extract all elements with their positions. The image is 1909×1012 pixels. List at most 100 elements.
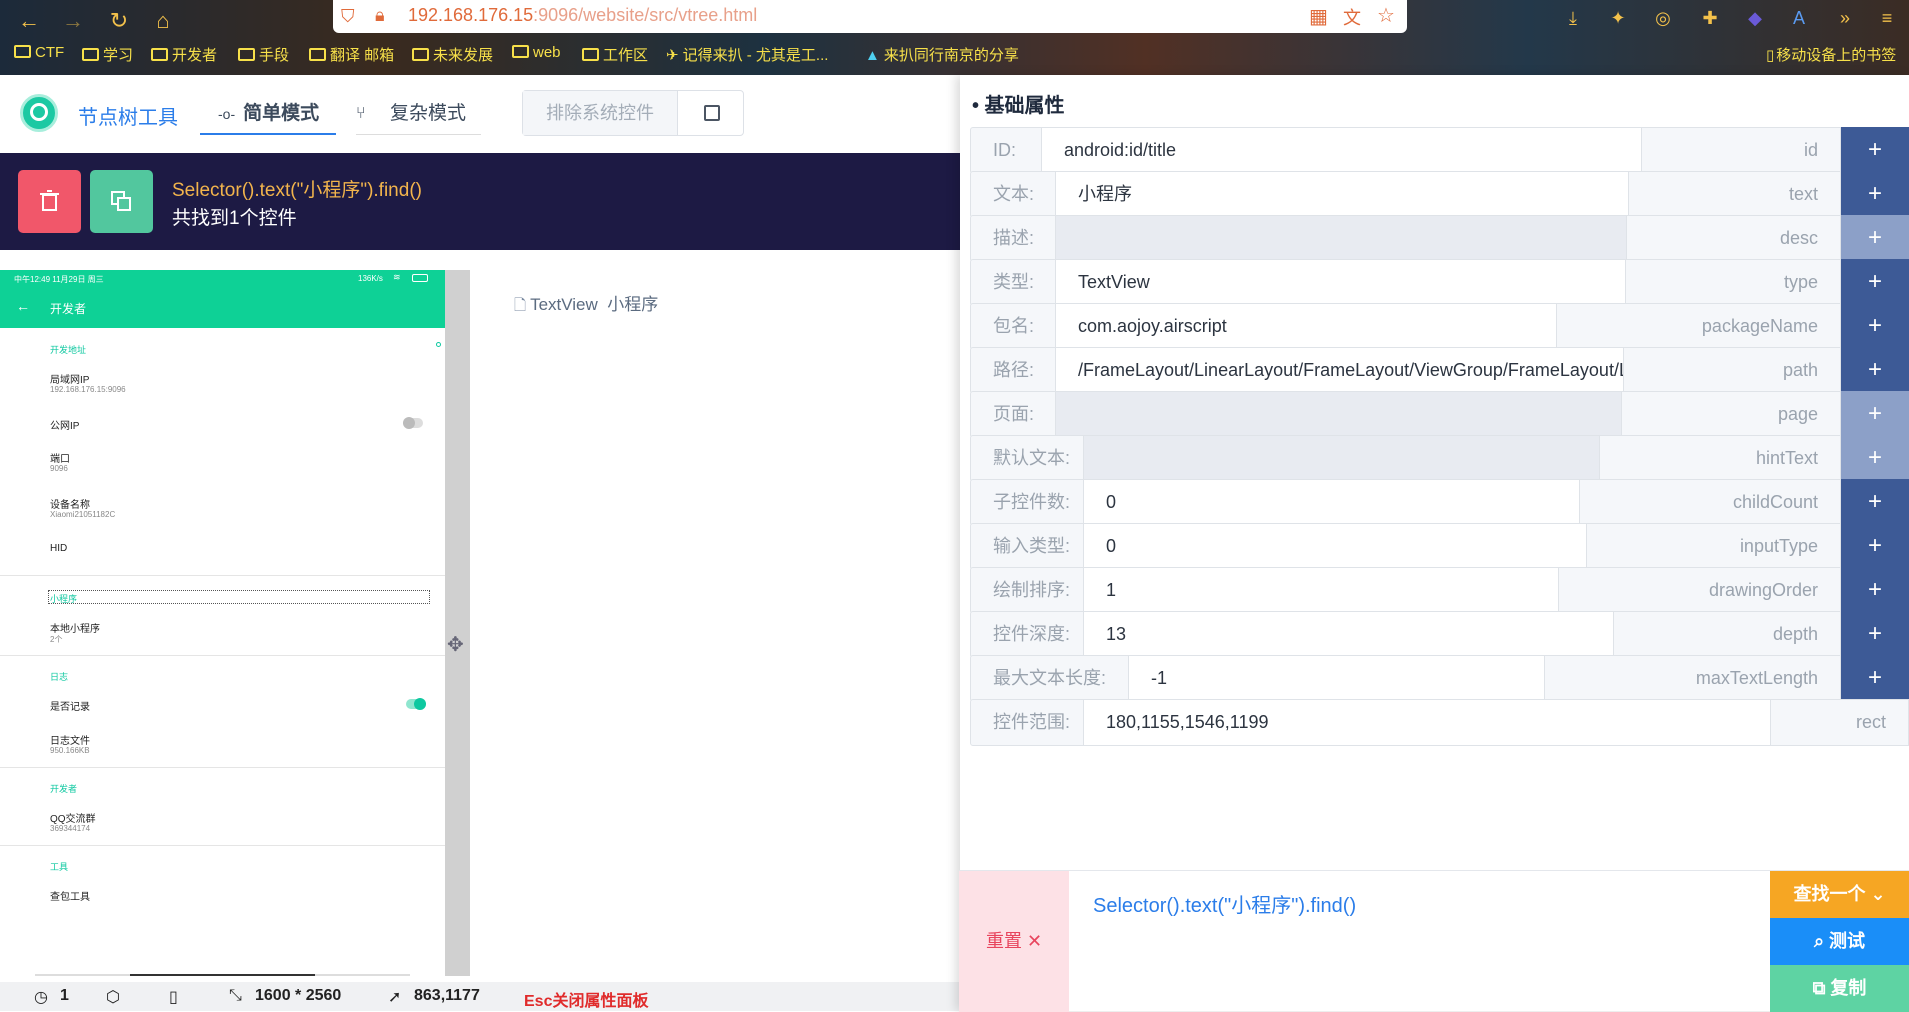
phone-preview[interactable]: 中午12:49 11月29日 周三 136K/s ≋ ← 开发者 开发地址 局域… xyxy=(0,270,445,976)
bookmark-means[interactable]: 手段 xyxy=(238,44,289,65)
property-attr-hintText: hintText xyxy=(1599,435,1841,482)
phone-device-name-value: Xiaomi21051182C xyxy=(50,510,116,519)
diamond-icon[interactable]: ◆ xyxy=(1742,5,1768,31)
bookmark-future[interactable]: 未来发展 xyxy=(412,44,493,65)
add-text-button[interactable]: + xyxy=(1841,171,1909,218)
bookmark-translate-mail[interactable]: 翻译 邮箱 xyxy=(309,44,394,65)
exclude-system-checkbox[interactable] xyxy=(704,105,720,121)
property-label: 子控件数: xyxy=(970,479,1084,526)
property-value-text[interactable]: 小程序 xyxy=(1056,171,1628,218)
translate-icon[interactable]: 文 xyxy=(1343,4,1361,30)
phone-port-label: 端口 xyxy=(50,454,70,465)
phone-section-tools: 工具 xyxy=(50,862,69,872)
extension-icon[interactable]: ✦ xyxy=(1605,5,1631,31)
overflow-icon[interactable]: » xyxy=(1832,5,1858,31)
phone-capture-label: 查包工具 xyxy=(50,892,90,903)
add-childCount-button[interactable]: + xyxy=(1841,479,1909,526)
property-value-drawingOrder[interactable]: 1 xyxy=(1084,567,1558,614)
back-icon[interactable]: ← xyxy=(14,6,44,36)
add-desc-button[interactable]: + xyxy=(1841,215,1909,262)
bookmark-remember[interactable]: ✈ 记得来扒 - 尤其是工... xyxy=(666,44,828,65)
property-value-path[interactable]: /FrameLayout/LinearLayout/FrameLayout/Vi… xyxy=(1056,347,1623,394)
tab-simple-mode[interactable]: -o- 简单模式 xyxy=(200,99,336,135)
copy-button[interactable]: ⧉ 复制 xyxy=(1770,965,1909,1012)
copy-icon xyxy=(111,191,131,211)
property-label: 类型: xyxy=(970,259,1056,306)
folder-icon xyxy=(14,45,31,58)
esc-hint: Esc关闭属性面板 xyxy=(524,993,649,1010)
folder-icon xyxy=(82,48,99,61)
phone-section-dev-addr: 开发地址 xyxy=(50,345,87,355)
query-input[interactable]: Selector().text("小程序").find() xyxy=(1093,889,1356,918)
bookmark-ctf[interactable]: CTF xyxy=(14,44,64,61)
bookmark-mobile[interactable]: ▯ 移动设备上的书签 xyxy=(1766,44,1896,65)
browser-chrome: ← → ↻ ⌂ ⛉ 🔒︎ 192.168.176.15:9096/website… xyxy=(0,0,1909,75)
found-count-text: 共找到1个控件 xyxy=(172,208,297,229)
find-one-button[interactable]: 查找一个 ⌄ xyxy=(1770,871,1909,918)
qr-code-icon[interactable]: ▦ xyxy=(1309,4,1328,29)
url-bar[interactable]: ⛉ 🔒︎ 192.168.176.15:9096/website/src/vtr… xyxy=(333,0,1407,33)
property-attr-inputType: inputType xyxy=(1586,523,1841,570)
property-value-childCount[interactable]: 0 xyxy=(1084,479,1579,526)
bookmark-share[interactable]: ▲ 来扒同行南京的分享 xyxy=(865,44,1019,65)
mask-icon[interactable]: ◎ xyxy=(1650,5,1676,31)
bookmark-workspace[interactable]: 工作区 xyxy=(582,44,648,65)
clock-icon: ◷ xyxy=(34,989,48,1006)
property-value-hintText[interactable] xyxy=(1084,435,1599,482)
copy-selector-button[interactable] xyxy=(90,170,153,233)
menu-icon[interactable]: ≡ xyxy=(1874,5,1900,31)
property-row-page: 页面: page + xyxy=(970,391,1909,438)
translator-icon[interactable]: A xyxy=(1786,5,1812,31)
bookmark-web[interactable]: web xyxy=(512,44,561,61)
reset-button[interactable]: 重置 ✕ xyxy=(959,871,1069,1012)
property-attr-packageName: packageName xyxy=(1556,303,1841,350)
forward-icon[interactable]: → xyxy=(58,6,88,36)
property-label: ID: xyxy=(970,127,1042,174)
phone-log-file-value: 950.166KB xyxy=(50,746,90,755)
add-page-button[interactable]: + xyxy=(1841,391,1909,438)
shield-icon: ⛉ xyxy=(341,6,355,26)
property-value-id[interactable]: android:id/title xyxy=(1042,127,1641,174)
property-value-depth[interactable]: 13 xyxy=(1084,611,1613,658)
home-icon[interactable]: ⌂ xyxy=(148,6,178,36)
add-packageName-button[interactable]: + xyxy=(1841,303,1909,350)
bookmark-developer[interactable]: 开发者 xyxy=(151,44,217,65)
add-depth-button[interactable]: + xyxy=(1841,611,1909,658)
cube-icon: ⬡ xyxy=(106,989,120,1006)
preview-scrollbar[interactable] xyxy=(445,270,470,976)
delete-button[interactable] xyxy=(18,170,81,233)
tab-complex-mode[interactable]: ⑂ 复杂模式 xyxy=(356,99,481,135)
property-row-inputType: 输入类型: 0 inputType + xyxy=(970,523,1909,570)
property-value-page[interactable] xyxy=(1056,391,1621,438)
add-maxTextLength-button[interactable]: + xyxy=(1841,655,1909,702)
property-value-inputType[interactable]: 0 xyxy=(1084,523,1586,570)
add-path-button[interactable]: + xyxy=(1841,347,1909,394)
add-hintText-button[interactable]: + xyxy=(1841,435,1909,482)
test-button[interactable]: ⌕ 测试 xyxy=(1770,918,1909,965)
property-label: 输入类型: xyxy=(970,523,1084,570)
property-value-type[interactable]: TextView xyxy=(1056,259,1625,306)
file-icon: 🗋︎ xyxy=(514,297,527,314)
download-icon[interactable]: ⤓ xyxy=(1560,5,1586,31)
bird-icon: ✈ xyxy=(666,47,679,64)
drag-handle-icon[interactable]: ✥ xyxy=(447,632,464,657)
folder-icon xyxy=(151,48,168,61)
phone-public-ip-label: 公网IP xyxy=(50,421,80,432)
add-type-button[interactable]: + xyxy=(1841,259,1909,306)
add-id-button[interactable]: + xyxy=(1841,127,1909,174)
star-icon[interactable]: ☆ xyxy=(1377,3,1395,28)
phone-log-file-label: 日志文件 xyxy=(50,736,90,747)
add-inputType-button[interactable]: + xyxy=(1841,523,1909,570)
phone-lan-ip-label: 局域网IP xyxy=(50,375,90,386)
puzzle-icon[interactable]: ✚ xyxy=(1697,5,1723,31)
add-drawingOrder-button[interactable]: + xyxy=(1841,567,1909,614)
property-value-desc[interactable] xyxy=(1056,215,1626,262)
property-row-packageName: 包名: com.aojoy.airscript packageName + xyxy=(970,303,1909,350)
property-value-packageName[interactable]: com.aojoy.airscript xyxy=(1056,303,1556,350)
device-icon: ▯ xyxy=(169,989,178,1006)
bookmark-study[interactable]: 学习 xyxy=(82,44,133,65)
property-value-maxTextLength[interactable]: -1 xyxy=(1129,655,1544,702)
tree-node-textview[interactable]: 🗋︎ TextView 小程序 xyxy=(514,290,658,320)
reload-icon[interactable]: ↻ xyxy=(104,6,134,36)
property-value-rect[interactable]: 180,1155,1546,1199 xyxy=(1084,699,1770,746)
